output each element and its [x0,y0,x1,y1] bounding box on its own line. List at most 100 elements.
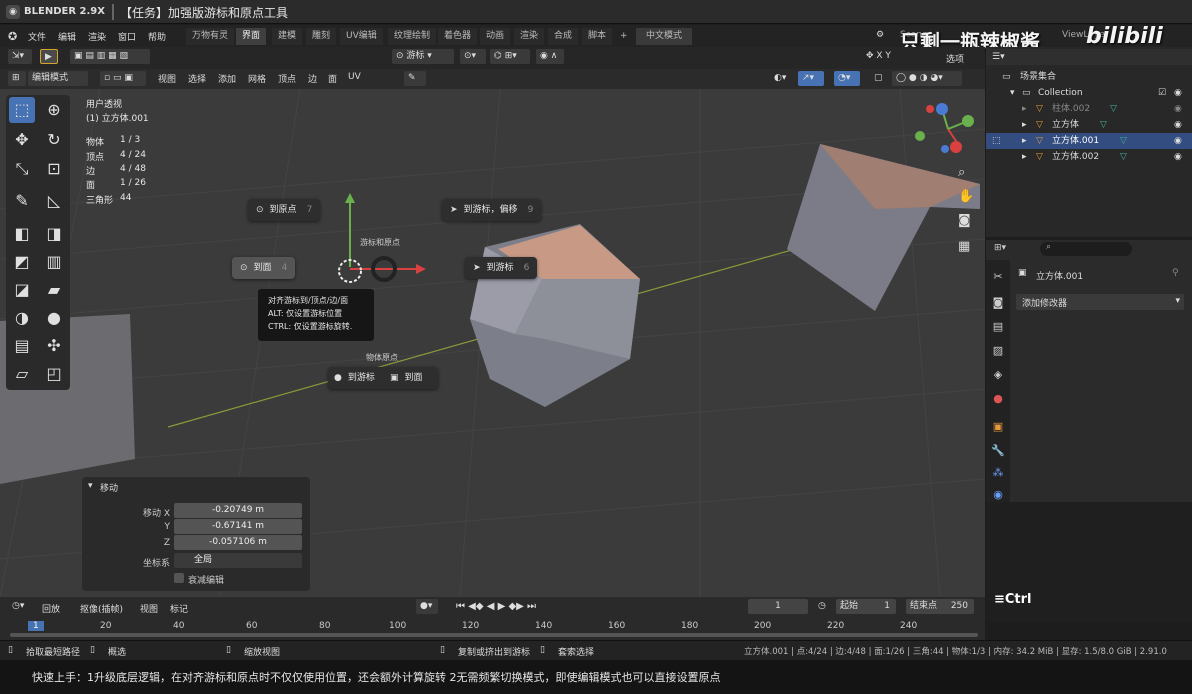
menu-window[interactable]: 窗口 [118,30,136,43]
camera-icon[interactable]: ◙ [958,213,971,228]
rip-region-icon[interactable]: ◰ [41,361,67,387]
xyz-mirror-icons[interactable]: ✥ X Y [862,49,902,64]
snap-icon[interactable]: ⌬ ⊞▾ [490,49,530,64]
axis-navigator[interactable] [915,103,974,153]
blender-menu-icon[interactable]: ✪ [8,30,17,43]
pin-icon[interactable]: ⚲ [1172,268,1179,278]
inset-icon[interactable]: ◨ [41,221,67,247]
expand-icon[interactable]: ▸ [1022,133,1027,149]
proportional-icon[interactable]: ◉ ∧ [536,49,564,64]
scene-tab-icon[interactable]: ◈ [991,368,1005,382]
timeline-menu-keying[interactable]: 抠像(插帧) [80,602,123,615]
select-mode-icons[interactable]: ▣ ▤ ▥ ▦ ▧ [70,49,150,64]
shear-icon[interactable]: ▱ [9,361,35,387]
origin-to-face-button[interactable]: ▣ 到面 [390,367,423,389]
physics-tab-icon[interactable]: ◉ [991,488,1005,502]
eyedropper-icon[interactable]: ✎ [404,71,426,86]
editor-type-icon[interactable]: ⊞ [8,71,26,86]
clock-icon[interactable]: ◷ [814,599,834,614]
end-frame-field[interactable]: 结束点 250 [906,599,974,614]
eye-icon[interactable]: ◉ [1174,85,1182,101]
header-menu-uv[interactable]: UV [348,72,361,82]
outliner-collection[interactable]: ▾ ▭ Collection ☑ ◉ [986,85,1192,101]
xray-icon[interactable]: ▢ [870,71,890,86]
bevel-icon[interactable]: ◩ [9,249,35,275]
props-type-icon[interactable]: ⊞▾ [994,243,1006,253]
current-frame-marker[interactable]: 1 [28,621,44,631]
eye-icon[interactable]: ◉ [1174,117,1182,133]
pie-to-face[interactable]: ⊙ 到面 4 [232,257,296,279]
pivot-point-icon[interactable]: ⊙▾ [460,49,486,64]
menu-edit[interactable]: 编辑 [58,30,76,43]
knife-icon[interactable]: ◪ [9,277,35,303]
outliner-scene-collection[interactable]: ▭ 场景集合 [986,69,1192,85]
transform-icon[interactable]: ⇲▾ [8,49,32,64]
scene-icon[interactable]: ⚙ [876,30,884,40]
props-search-input[interactable]: ⌕ [1040,242,1132,256]
eye-icon[interactable]: ◉ [1174,149,1182,165]
smooth-icon[interactable]: ● [41,305,67,331]
outliner-type-icon[interactable]: ☰▾ [992,49,1005,65]
timeline-menu-view[interactable]: 视图 [140,602,158,615]
spin-icon[interactable]: ◑ [9,305,35,331]
select-mode-buttons[interactable]: ▫ ▭ ▣ [100,71,146,86]
cursor-tool-icon[interactable]: ⊕ [41,97,67,123]
lang-mode-button[interactable]: 中文模式 [636,28,692,45]
menu-render[interactable]: 渲染 [88,30,106,43]
modifier-tab-icon[interactable]: 🔧 [991,444,1005,458]
mode-dropdown[interactable]: 编辑模式 [28,71,88,86]
playback-controls[interactable]: ⏮ ◀◆ ◀ ▶ ◆▶ ⏭ [452,599,550,614]
scale-icon[interactable]: ⤡ [9,156,35,182]
annotate-icon[interactable]: ✎ [9,188,35,214]
header-menu-vertex[interactable]: 顶点 [278,72,296,85]
particles-tab-icon[interactable]: ⁂ [991,466,1005,480]
falloff-checkbox[interactable] [174,573,184,583]
extrude-icon[interactable]: ◧ [9,221,35,247]
tab-rendering[interactable]: 渲染 [514,28,545,45]
tab-texture-paint[interactable]: 纹理绘制 [388,28,437,45]
start-frame-field[interactable]: 起始 1 [836,599,896,614]
tab-scripting[interactable]: 脚本 [582,28,613,45]
header-menu-mesh[interactable]: 网格 [248,72,266,85]
outliner-item-cube-002[interactable]: ▸ ▽ 立方体.002 ▽ ◉ [986,149,1192,165]
current-frame-field[interactable]: 1 [748,599,808,614]
render-tab-icon[interactable]: ◙ [991,296,1005,310]
move-z-field[interactable]: -0.057106 m [174,535,302,550]
pie-to-origin[interactable]: ⊙ 到原点 7 [248,199,321,221]
timeline-menu-marker[interactable]: 标记 [170,602,188,615]
tab-animation[interactable]: 动画 [480,28,511,45]
shading-mode-icons[interactable]: ◯ ● ◑ ◕▾ [892,71,962,86]
move-y-field[interactable]: -0.67141 m [174,519,302,534]
transform-tool-icon[interactable]: ⊡ [41,156,67,182]
menu-help[interactable]: 帮助 [148,30,166,43]
tab-layout[interactable]: 界面 [236,28,267,45]
grid-view-icon[interactable]: ▦ [958,239,970,254]
record-icon[interactable]: ●▾ [416,599,438,614]
move-x-field[interactable]: -0.20749 m [174,503,302,518]
outliner-item-cube[interactable]: ▸ ▽ 立方体 ▽ ◉ [986,117,1192,133]
timeline-type-icon[interactable]: ◷▾ [8,599,34,614]
outliner-item-cube-001[interactable]: ⬚ ▸ ▽ 立方体.001 ▽ ◉ [986,133,1192,149]
timeline-menu-playback[interactable]: 回放 [42,602,60,615]
zoom-icon[interactable]: ⌕ [958,165,965,180]
expand-icon[interactable]: ▸ [1022,117,1027,133]
timeline-scrollbar[interactable] [10,633,978,637]
tab-compositing[interactable]: 合成 [548,28,579,45]
tab-wanwu[interactable]: 万物有灵 [186,28,235,45]
measure-icon[interactable]: ◺ [41,188,67,214]
eye-icon[interactable]: ◉ [1174,133,1182,149]
header-menu-face[interactable]: 面 [328,72,337,85]
poly-build-icon[interactable]: ▰ [41,277,67,303]
coord-dropdown[interactable]: 全局 [174,553,302,568]
shrink-fatten-icon[interactable]: ✣ [41,333,67,359]
move-icon[interactable]: ✥ [9,127,35,153]
panel-collapse-icon[interactable]: ▾ [88,481,93,491]
visibility-icon[interactable]: ◐▾ [770,71,796,86]
expand-icon[interactable]: ▸ [1022,149,1027,165]
origin-to-cursor-button[interactable]: ● 到游标 [334,367,375,389]
tool-tab-icon[interactable]: ✂ [991,270,1005,284]
header-menu-select[interactable]: 选择 [188,72,206,85]
object-tab-icon[interactable]: ▣ [991,420,1005,434]
menu-file[interactable]: 文件 [28,30,46,43]
header-menu-edge[interactable]: 边 [308,72,317,85]
